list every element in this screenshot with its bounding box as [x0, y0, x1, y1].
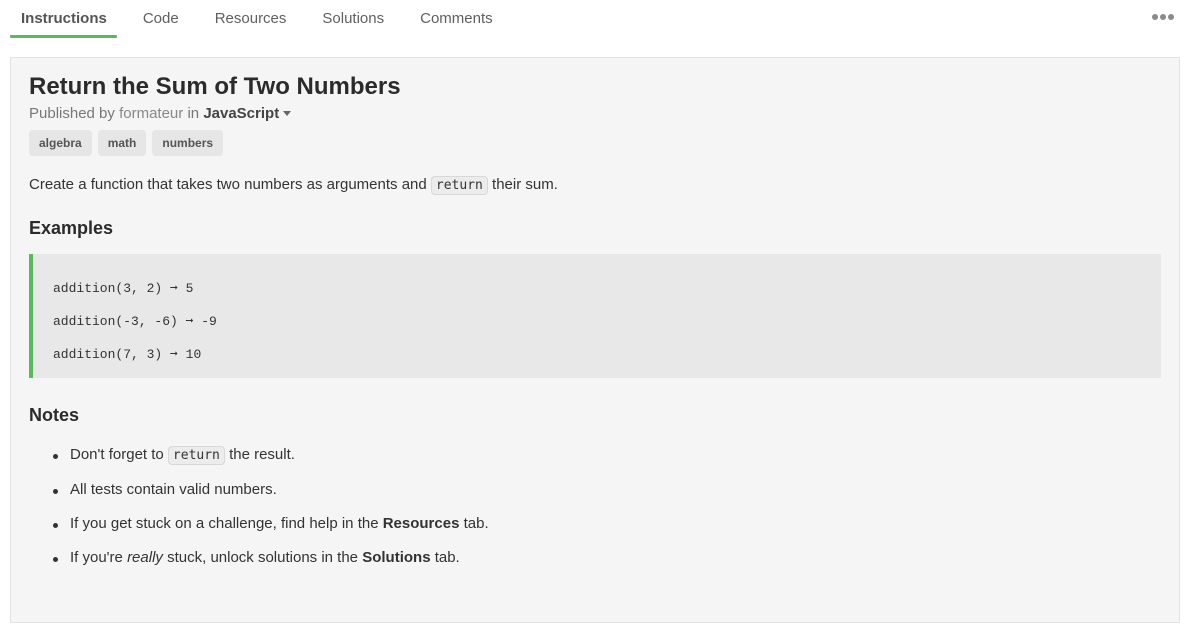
tab-bar: Instructions Code Resources Solutions Co… — [10, 0, 1186, 40]
in-word: in — [187, 105, 200, 122]
emphasis-text: really — [127, 549, 163, 566]
notes-list: Don't forget to return the result. All t… — [29, 443, 1161, 570]
tab-code[interactable]: Code — [143, 0, 179, 38]
tag-list: algebra math numbers — [29, 130, 1161, 156]
note-item: If you get stuck on a challenge, find he… — [50, 512, 1161, 536]
note-text: the result. — [229, 446, 295, 463]
examples-heading: Examples — [29, 218, 114, 238]
tab-resources[interactable]: Resources — [215, 0, 287, 38]
tag-algebra[interactable]: algebra — [29, 130, 92, 156]
note-text: tab. — [463, 515, 489, 532]
note-text: If you get stuck on a challenge, find he… — [70, 515, 379, 532]
note-text: Don't forget to — [70, 446, 164, 463]
tab-instructions[interactable]: Instructions — [10, 0, 117, 38]
inline-code: return — [167, 446, 225, 465]
tag-math[interactable]: math — [97, 130, 147, 156]
inline-code: return — [430, 176, 488, 195]
caret-down-icon — [283, 110, 292, 116]
description-text: their sum. — [492, 176, 558, 193]
ellipsis-icon — [1152, 14, 1158, 20]
author-link[interactable]: formateur — [119, 105, 183, 122]
tag-numbers[interactable]: numbers — [152, 130, 224, 156]
example-line: addition(3, 2) ➞ 5 — [53, 281, 194, 296]
instructions-panel: Return the Sum of Two Numbers Published … — [10, 57, 1180, 623]
language-dropdown[interactable]: JavaScript — [203, 105, 292, 122]
published-line: Published by formateur in JavaScript — [29, 104, 1161, 124]
notes-heading: Notes — [29, 405, 80, 425]
more-options-button[interactable] — [1152, 14, 1174, 20]
note-text: If you're — [70, 549, 123, 566]
language-label: JavaScript — [203, 105, 280, 122]
resources-tab-reference: Resources — [382, 515, 460, 532]
challenge-title: Return the Sum of Two Numbers — [29, 73, 401, 100]
tab-solutions[interactable]: Solutions — [322, 0, 384, 38]
ellipsis-icon — [1168, 14, 1174, 20]
example-line: addition(7, 3) ➞ 10 — [53, 347, 202, 362]
note-item: Don't forget to return the result. — [50, 443, 1161, 468]
solutions-tab-reference: Solutions — [362, 549, 431, 566]
examples-code-block: addition(3, 2) ➞ 5 addition(-3, -6) ➞ -9… — [29, 254, 1161, 378]
note-text: tab. — [434, 549, 460, 566]
note-item: All tests contain valid numbers. — [50, 478, 1161, 502]
note-item: If you're really stuck, unlock solutions… — [50, 546, 1161, 570]
example-line: addition(-3, -6) ➞ -9 — [53, 314, 217, 329]
challenge-description: Create a function that takes two numbers… — [29, 173, 1161, 198]
description-text: Create a function that takes two numbers… — [29, 176, 427, 193]
ellipsis-icon — [1160, 14, 1166, 20]
note-text: stuck, unlock solutions in the — [167, 549, 359, 566]
note-text: All tests contain valid numbers. — [70, 481, 277, 498]
published-prefix: Published by — [29, 105, 115, 122]
tab-comments[interactable]: Comments — [420, 0, 493, 38]
